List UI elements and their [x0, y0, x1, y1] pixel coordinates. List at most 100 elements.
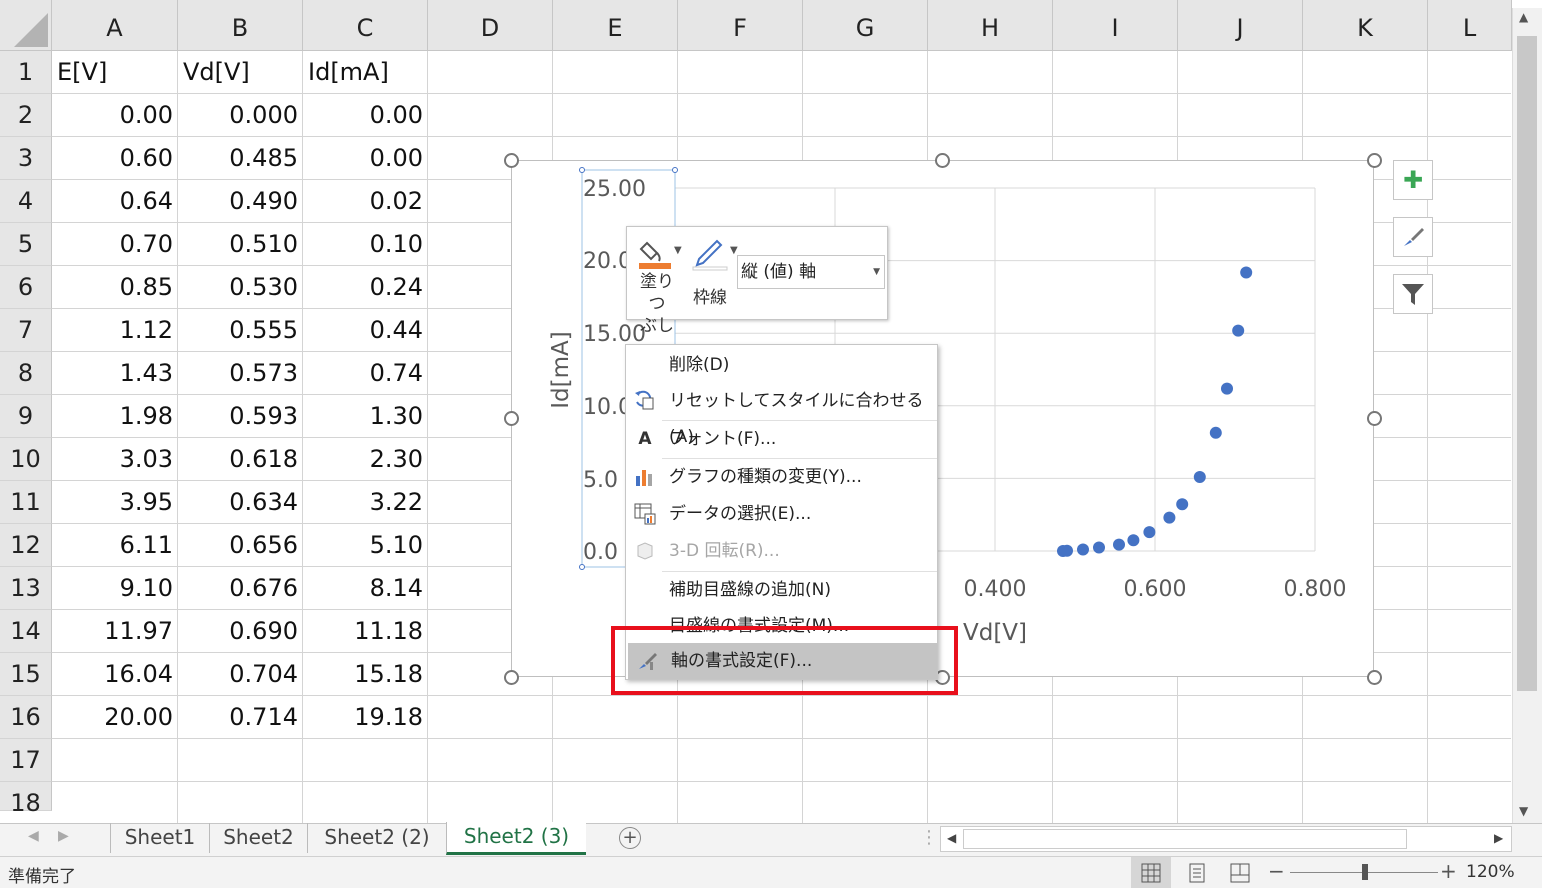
- scroll-up-icon[interactable]: ▲: [1519, 10, 1528, 24]
- vertical-scroll-thumb[interactable]: [1517, 36, 1537, 691]
- column-header-i[interactable]: I: [1053, 0, 1178, 51]
- column-header-g[interactable]: G: [803, 0, 928, 51]
- hscroll-right-icon[interactable]: ▶: [1494, 831, 1503, 845]
- sheet-tab-2[interactable]: Sheet2: [209, 823, 307, 853]
- cell-b8[interactable]: 0.573: [178, 352, 303, 395]
- column-header-c[interactable]: C: [303, 0, 428, 51]
- column-header-j[interactable]: J: [1178, 0, 1303, 51]
- row-header-17[interactable]: 17: [0, 739, 52, 782]
- row-header-8[interactable]: 8: [0, 352, 52, 395]
- cell-c6[interactable]: 0.24: [303, 266, 428, 309]
- row-header-16[interactable]: 16: [0, 696, 52, 739]
- cell-a14[interactable]: 11.97: [52, 610, 178, 653]
- chart-resize-handle[interactable]: [1367, 670, 1382, 685]
- zoom-level[interactable]: 120%: [1466, 862, 1515, 882]
- select-all-corner[interactable]: [0, 0, 52, 51]
- tab-split-handle-icon[interactable]: ⋮: [920, 827, 938, 848]
- fill-button[interactable]: [637, 235, 673, 271]
- row-header-1[interactable]: 1: [0, 51, 52, 94]
- page-break-view-button[interactable]: [1230, 863, 1250, 888]
- new-sheet-plus-icon[interactable]: +: [619, 827, 641, 849]
- column-header-h[interactable]: H: [928, 0, 1053, 51]
- row-header-14[interactable]: 14: [0, 610, 52, 653]
- cell-b2[interactable]: 0.000: [178, 94, 303, 137]
- cell-c8[interactable]: 0.74: [303, 352, 428, 395]
- horizontal-scrollbar[interactable]: ◀ ▶: [940, 826, 1512, 852]
- row-header-12[interactable]: 12: [0, 524, 52, 567]
- chart-resize-handle[interactable]: [935, 153, 950, 168]
- cell-c14[interactable]: 11.18: [303, 610, 428, 653]
- column-header-d[interactable]: D: [428, 0, 553, 51]
- tab-scroll-right-icon[interactable]: ▶: [58, 828, 69, 844]
- menu-item-add-minor-gridlines[interactable]: 補助目盛線の追加(N): [626, 572, 937, 608]
- menu-item-delete[interactable]: 削除(D): [626, 347, 937, 383]
- cell-b12[interactable]: 0.656: [178, 524, 303, 567]
- cell-b7[interactable]: 0.555: [178, 309, 303, 352]
- row-header-18[interactable]: 18: [0, 782, 52, 817]
- fill-dropdown-icon[interactable]: ▼: [674, 245, 682, 256]
- chart-resize-handle[interactable]: [1367, 153, 1382, 168]
- menu-item-select-data[interactable]: データの選択(E)...: [626, 496, 937, 532]
- sheet-tab-3[interactable]: Sheet2 (2): [307, 823, 446, 853]
- cell-b4[interactable]: 0.490: [178, 180, 303, 223]
- row-header-2[interactable]: 2: [0, 94, 52, 137]
- hscroll-left-icon[interactable]: ◀: [947, 831, 956, 845]
- sheet-tab-1[interactable]: Sheet1: [110, 823, 209, 853]
- column-header-k[interactable]: K: [1303, 0, 1428, 51]
- column-header-e[interactable]: E: [553, 0, 678, 51]
- cell-a15[interactable]: 16.04: [52, 653, 178, 696]
- tab-scroll-left-icon[interactable]: ◀: [28, 828, 39, 844]
- chart-resize-handle[interactable]: [504, 411, 519, 426]
- cell-a6[interactable]: 0.85: [52, 266, 178, 309]
- cell-b9[interactable]: 0.593: [178, 395, 303, 438]
- chart-resize-handle[interactable]: [504, 153, 519, 168]
- cell-a16[interactable]: 20.00: [52, 696, 178, 739]
- scroll-down-icon[interactable]: ▼: [1519, 804, 1528, 818]
- cell-b16[interactable]: 0.714: [178, 696, 303, 739]
- cell-a11[interactable]: 3.95: [52, 481, 178, 524]
- cell-c3[interactable]: 0.00: [303, 137, 428, 180]
- cell-b14[interactable]: 0.690: [178, 610, 303, 653]
- cell-c5[interactable]: 0.10: [303, 223, 428, 266]
- chart-resize-handle[interactable]: [504, 670, 519, 685]
- menu-item-font[interactable]: A フォント(F)...: [626, 421, 937, 457]
- cell-c1[interactable]: Id[mA]: [303, 51, 428, 94]
- cell-a1[interactable]: E[V]: [52, 51, 178, 94]
- cell-c9[interactable]: 1.30: [303, 395, 428, 438]
- chart-filter-icon[interactable]: [1393, 274, 1433, 314]
- column-header-a[interactable]: A: [52, 0, 178, 51]
- column-header-b[interactable]: B: [178, 0, 303, 51]
- cell-a7[interactable]: 1.12: [52, 309, 178, 352]
- normal-view-button[interactable]: [1131, 857, 1171, 888]
- cell-b3[interactable]: 0.485: [178, 137, 303, 180]
- cell-c4[interactable]: 0.02: [303, 180, 428, 223]
- row-header-13[interactable]: 13: [0, 567, 52, 610]
- zoom-out-button[interactable]: −: [1268, 859, 1285, 883]
- row-header-11[interactable]: 11: [0, 481, 52, 524]
- cell-a8[interactable]: 1.43: [52, 352, 178, 395]
- cell-c7[interactable]: 0.44: [303, 309, 428, 352]
- cell-c11[interactable]: 3.22: [303, 481, 428, 524]
- vertical-scrollbar[interactable]: ▲ ▼: [1512, 8, 1542, 823]
- row-header-15[interactable]: 15: [0, 653, 52, 696]
- menu-item-change-chart-type[interactable]: グラフの種類の変更(Y)...: [626, 459, 937, 495]
- cell-c2[interactable]: 0.00: [303, 94, 428, 137]
- outline-button[interactable]: [691, 235, 729, 271]
- cell-b13[interactable]: 0.676: [178, 567, 303, 610]
- row-header-9[interactable]: 9: [0, 395, 52, 438]
- cell-c10[interactable]: 2.30: [303, 438, 428, 481]
- cell-b1[interactable]: Vd[V]: [178, 51, 303, 94]
- cell-b5[interactable]: 0.510: [178, 223, 303, 266]
- page-layout-view-button[interactable]: [1187, 863, 1207, 888]
- column-header-l[interactable]: L: [1428, 0, 1512, 51]
- cell-b11[interactable]: 0.634: [178, 481, 303, 524]
- cell-a12[interactable]: 6.11: [52, 524, 178, 567]
- cell-a10[interactable]: 3.03: [52, 438, 178, 481]
- cell-a2[interactable]: 0.00: [52, 94, 178, 137]
- cell-c12[interactable]: 5.10: [303, 524, 428, 567]
- cell-a4[interactable]: 0.64: [52, 180, 178, 223]
- row-header-10[interactable]: 10: [0, 438, 52, 481]
- cell-b15[interactable]: 0.704: [178, 653, 303, 696]
- chart-resize-handle[interactable]: [1367, 411, 1382, 426]
- cell-c13[interactable]: 8.14: [303, 567, 428, 610]
